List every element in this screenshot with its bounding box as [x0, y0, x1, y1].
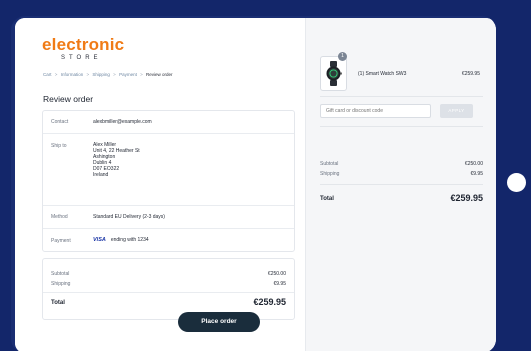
product-name: (1) Smart Watch SW3	[358, 71, 407, 77]
subtotal-value: €250.00	[267, 271, 286, 277]
method-label: Method	[51, 214, 68, 220]
contact-value: alexbmiller@example.com	[93, 119, 152, 125]
payment-label: Payment	[51, 238, 71, 244]
totals-box: Subtotal €250.00 Shipping €9.95 Total €2…	[42, 258, 295, 320]
divider	[43, 292, 294, 293]
place-order-button[interactable]: Place order	[178, 312, 260, 332]
apply-button[interactable]: APPLY	[440, 104, 473, 118]
breadcrumb: Cart > Information > Shipping > Payment …	[43, 72, 173, 77]
visa-icon: VISA	[93, 237, 106, 243]
review-column: electronic STORE Cart > Information > Sh…	[15, 18, 305, 351]
order-summary: 1 (1) Smart Watch SW3 €259.95 APPLY Subt…	[305, 18, 496, 351]
ship-to-address: Alex Miller Unit 4, 22 Heather St Ashing…	[93, 142, 140, 178]
background: electronic STORE Cart > Information > Sh…	[0, 0, 531, 351]
product-thumbnail	[320, 56, 347, 91]
payment-row: Payment VISA ending with 1234	[43, 228, 294, 252]
total-label: Total	[51, 300, 65, 306]
method-row: Method Standard EU Delivery (2-3 days)	[43, 205, 294, 229]
breadcrumb-separator: >	[54, 72, 58, 77]
payment-value-wrap: VISA ending with 1234	[93, 237, 149, 243]
review-details-box: Contact alexbmiller@example.com Ship to …	[42, 110, 295, 252]
ship-to-label: Ship to	[51, 143, 67, 149]
quantity-badge: 1	[338, 52, 347, 61]
breadcrumb-item-review: Review order	[146, 72, 173, 77]
breadcrumb-item-information[interactable]: Information	[61, 72, 84, 77]
logo-subtext: STORE	[61, 55, 102, 61]
contact-row: Contact alexbmiller@example.com	[43, 111, 294, 133]
breadcrumb-item-cart[interactable]: Cart	[43, 72, 52, 77]
breadcrumb-separator: >	[140, 72, 143, 77]
logo-text: electronic	[42, 35, 125, 54]
product-price: €259.95	[461, 71, 480, 77]
checkout-screen: electronic STORE Cart > Information > Sh…	[15, 18, 496, 351]
ship-to-row: Ship to Alex Miller Unit 4, 22 Heather S…	[43, 133, 294, 184]
summary-total-value: €259.95	[450, 193, 483, 203]
shipping-label: Shipping	[51, 281, 71, 287]
summary-shipping-value: €9.95	[470, 171, 483, 177]
breadcrumb-item-shipping[interactable]: Shipping	[92, 72, 110, 77]
total-value: €259.95	[253, 297, 286, 307]
method-value: Standard EU Delivery (2-3 days)	[93, 214, 165, 220]
divider	[320, 184, 483, 185]
payment-value: ending with 1234	[110, 237, 149, 243]
summary-subtotal-value: €250.00	[464, 161, 483, 167]
summary-shipping-label: Shipping	[320, 171, 340, 177]
divider	[320, 126, 483, 127]
contact-label: Contact	[51, 119, 69, 125]
summary-total-label: Total	[320, 196, 334, 202]
breadcrumb-separator: >	[113, 72, 116, 77]
tablet-home-button[interactable]	[507, 173, 526, 192]
breadcrumb-item-payment[interactable]: Payment	[119, 72, 137, 77]
divider	[320, 96, 483, 97]
breadcrumb-separator: >	[86, 72, 90, 77]
discount-code-input[interactable]	[320, 104, 431, 118]
smartwatch-icon	[326, 61, 342, 86]
shipping-value: €9.95	[273, 281, 286, 287]
summary-subtotal-label: Subtotal	[320, 161, 339, 167]
tablet-device: electronic STORE Cart > Information > Sh…	[11, 16, 496, 351]
subtotal-label: Subtotal	[51, 271, 70, 277]
address-line: Ireland	[93, 172, 109, 178]
page-title: Review order	[43, 94, 94, 104]
